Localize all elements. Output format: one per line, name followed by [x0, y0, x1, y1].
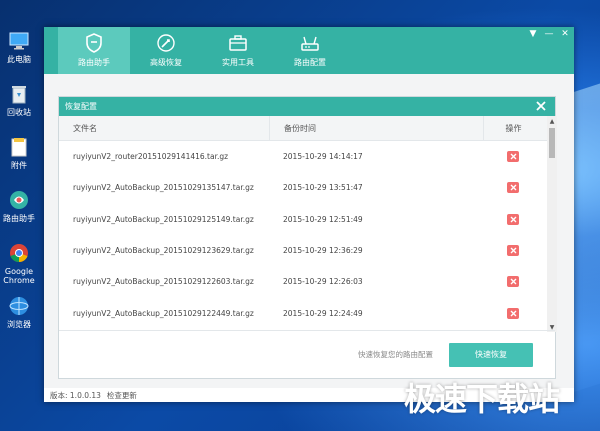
folder-icon [8, 136, 30, 158]
table-row[interactable]: ruyiyunV2_router20151029141416.tar.gz 20… [59, 141, 544, 172]
desktop-icon-router-helper[interactable]: 路由助手 [0, 189, 38, 242]
scroll-thumb[interactable] [549, 128, 555, 158]
browser-icon [8, 295, 30, 317]
desktop-icon-label: Google Chrome [3, 267, 35, 285]
site-watermark: 极速下载站 [404, 380, 560, 418]
column-header-backup-time: 备份时间 [269, 115, 483, 141]
tab-router-helper[interactable]: 路由助手 [58, 27, 130, 74]
column-header-action: 操作 [483, 115, 543, 141]
desktop-icon-folder[interactable]: 附件 [0, 136, 38, 189]
router-helper-icon [8, 189, 30, 211]
tab-advanced-restore[interactable]: 高级恢复 [130, 27, 202, 74]
restore-config-dialog: 恢复配置 文件名 备份时间 操作 ruyiyunV2_router2015102… [58, 96, 557, 379]
desktop-icon-computer[interactable]: 此电脑 [0, 30, 38, 83]
cell-filename: ruyiyunV2_AutoBackup_20151029122449.tar.… [73, 308, 254, 318]
minimize-button[interactable]: — [544, 29, 554, 39]
cell-action [483, 182, 543, 194]
cell-backup-time: 2015-10-29 12:51:49 [283, 214, 363, 224]
dialog-title: 恢复配置 [65, 102, 97, 111]
delete-icon[interactable] [507, 151, 519, 163]
cell-backup-time: 2015-10-29 13:51:47 [283, 183, 363, 193]
router-icon [301, 36, 319, 51]
header-spacer [44, 27, 58, 74]
tab-label: 实用工具 [222, 58, 254, 67]
cell-action [483, 151, 543, 163]
tab-label: 路由配置 [294, 58, 326, 67]
computer-icon [8, 30, 30, 52]
restore-hint-text: 快速恢复您的路由配置 [358, 350, 433, 359]
delete-icon[interactable] [507, 276, 519, 288]
recycle-bin-icon [8, 83, 30, 105]
tab-router-config[interactable]: 路由配置 [274, 27, 346, 74]
dialog-close-icon[interactable] [535, 100, 547, 112]
tab-utilities[interactable]: 实用工具 [202, 27, 274, 74]
scroll-up-arrow-icon[interactable]: ▲ [547, 116, 557, 126]
window-controls: ▼ — ✕ [528, 29, 570, 39]
cell-action [483, 245, 543, 257]
close-button[interactable]: ✕ [560, 29, 570, 39]
cell-backup-time: 2015-10-29 12:26:03 [283, 277, 363, 287]
check-update-link[interactable]: 检查更新 [107, 390, 137, 401]
desktop-icon-label: 附件 [11, 161, 27, 170]
cell-filename: ruyiyunV2_AutoBackup_20151029125149.tar.… [73, 214, 254, 224]
cell-filename: ruyiyunV2_AutoBackup_20151029123629.tar.… [73, 246, 254, 256]
table-header: 文件名 备份时间 操作 [59, 115, 557, 141]
cell-filename: ruyiyunV2_AutoBackup_20151029122603.tar.… [73, 277, 254, 287]
rocket-icon [157, 34, 175, 52]
tab-label: 路由助手 [78, 58, 110, 67]
cell-action [483, 307, 543, 319]
cell-action [483, 213, 543, 225]
cell-backup-time: 2015-10-29 12:24:49 [283, 308, 363, 318]
delete-icon[interactable] [507, 307, 519, 319]
desktop-icon-recycle-bin[interactable]: 回收站 [0, 83, 38, 136]
desktop-icon-column: 此电脑 回收站 附件 路由助手 Google Chrome 浏览器 [0, 30, 38, 348]
toolbox-icon [229, 35, 247, 51]
desktop-icon-label: 浏览器 [7, 320, 31, 329]
table-row[interactable]: ruyiyunV2_AutoBackup_20151029123629.tar.… [59, 235, 544, 266]
desktop-icon-label: 路由助手 [3, 214, 35, 223]
dialog-title-bar: 恢复配置 [59, 97, 555, 116]
delete-icon[interactable] [507, 182, 519, 194]
quick-restore-button[interactable]: 快速恢复 [449, 342, 533, 367]
delete-icon[interactable] [507, 213, 519, 225]
cell-backup-time: 2015-10-29 14:14:17 [283, 152, 363, 162]
desktop-icon-chrome[interactable]: Google Chrome [0, 242, 38, 295]
cell-backup-time: 2015-10-29 12:36:29 [283, 246, 363, 256]
version-label: 版本: 1.0.0.13 [50, 390, 101, 400]
menu-dropdown-button[interactable]: ▼ [528, 29, 538, 39]
table-row[interactable]: ruyiyunV2_AutoBackup_20151029122449.tar.… [59, 297, 544, 328]
dialog-footer: 快速恢复您的路由配置 快速恢复 [59, 330, 555, 378]
table-row[interactable]: ruyiyunV2_AutoBackup_20151029122603.tar.… [59, 266, 544, 297]
table-scrollbar[interactable]: ▲ ▼ [547, 116, 557, 332]
column-header-filename: 文件名 [73, 123, 97, 133]
cell-filename: ruyiyunV2_AutoBackup_20151029135147.tar.… [73, 183, 254, 193]
app-header: 路由助手 高级恢复 实用工具 路由配置 ▼ — ✕ [44, 27, 574, 74]
shield-icon [86, 33, 102, 53]
desktop-icon-browser[interactable]: 浏览器 [0, 295, 38, 348]
app-body: 恢复配置 文件名 备份时间 操作 ruyiyunV2_router2015102… [44, 74, 574, 402]
table-body: ruyiyunV2_router20151029141416.tar.gz 20… [59, 141, 544, 332]
table-row[interactable]: ruyiyunV2_AutoBackup_20151029125149.tar.… [59, 204, 544, 235]
cell-action [483, 276, 543, 288]
cell-filename: ruyiyunV2_router20151029141416.tar.gz [73, 152, 229, 162]
desktop-icon-label: 回收站 [7, 108, 31, 117]
delete-icon[interactable] [507, 245, 519, 257]
app-window: 路由助手 高级恢复 实用工具 路由配置 ▼ — ✕ 恢复配置 文件名 备份时间 … [44, 27, 574, 402]
tab-label: 高级恢复 [150, 58, 182, 67]
chrome-icon [8, 242, 30, 264]
desktop-icon-label: 此电脑 [7, 55, 31, 64]
table-row[interactable]: ruyiyunV2_AutoBackup_20151029135147.tar.… [59, 172, 544, 203]
backup-file-table: 文件名 备份时间 操作 ruyiyunV2_router201510291414… [59, 115, 557, 332]
